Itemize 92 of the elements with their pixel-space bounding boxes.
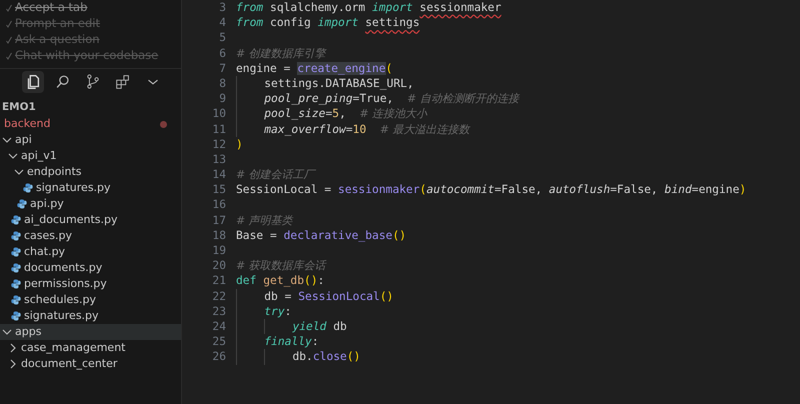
file-row[interactable]: chat.py <box>0 244 181 260</box>
folder-row[interactable]: endpoints <box>0 164 181 180</box>
folder-row[interactable]: api_v1 <box>0 148 181 164</box>
line-number: 18 <box>211 228 226 243</box>
file-row[interactable]: documents.py <box>0 260 181 276</box>
line-number: 9 <box>218 91 226 106</box>
folder-name: apps <box>15 324 42 340</box>
python-file-icon <box>11 263 21 273</box>
line-number: 6 <box>218 46 226 61</box>
code-line: try: <box>264 304 292 319</box>
file-name: signatures.py <box>24 308 99 324</box>
line-number: 3 <box>218 0 226 16</box>
line-number: 4 <box>218 15 226 30</box>
file-row[interactable]: cases.py <box>0 228 181 244</box>
folder-name: endpoints <box>27 164 82 180</box>
code-comment: # 创建会话工厂 <box>236 167 315 182</box>
code-line: pool_size=5, # 连接池大小 <box>264 106 428 122</box>
code-line: max_overflow=10 # 最大溢出连接数 <box>264 122 470 137</box>
python-file-icon <box>11 231 21 241</box>
python-file-icon <box>11 295 21 305</box>
folder-row[interactable]: api <box>0 132 181 148</box>
code-comment: # 创建数据库引擎 <box>236 46 326 61</box>
line-number: 21 <box>211 273 226 289</box>
file-name: ai_documents.py <box>24 212 118 228</box>
line-number: 13 <box>211 152 226 168</box>
line-number: 12 <box>211 136 226 152</box>
file-name: permissions.py <box>24 276 107 292</box>
folder-name: api_v1 <box>21 148 57 164</box>
checklist-item: Chat with your codebase <box>15 47 158 64</box>
line-number: 23 <box>211 304 226 319</box>
line-number: 19 <box>211 243 226 258</box>
python-file-icon <box>11 247 21 257</box>
folder-row[interactable]: backend <box>0 116 181 132</box>
code-line: db.close() <box>292 349 360 364</box>
line-number: 25 <box>211 334 226 350</box>
code-line: SessionLocal = sessionmaker(autocommit=False, autoflush=False, bind=engine) <box>236 182 746 198</box>
checklist-item: Ask a question <box>15 31 100 48</box>
file-name: api.py <box>30 196 64 212</box>
folder-row[interactable]: case_management <box>0 340 181 356</box>
checklist-item: Prompt an edit <box>15 15 100 32</box>
folder-row[interactable]: apps <box>0 324 181 340</box>
folder-name: case_management <box>21 340 126 356</box>
file-name: chat.py <box>24 244 66 260</box>
workspace-title: EMO1 <box>1 100 37 115</box>
folder-row[interactable]: document_center <box>0 356 181 372</box>
line-number: 5 <box>218 30 226 46</box>
code-line: from sqlalchemy.orm import sessionmaker <box>236 0 502 16</box>
line-number: 8 <box>218 76 226 92</box>
code-line: pool_pre_ping=True, # 自动检测断开的连接 <box>264 91 519 106</box>
file-row[interactable]: signatures.py <box>0 308 181 324</box>
python-file-icon <box>11 215 21 225</box>
file-name: documents.py <box>24 260 102 276</box>
code-line: finally: <box>264 334 319 350</box>
folder-name: document_center <box>21 356 118 372</box>
line-number: 11 <box>211 122 226 137</box>
file-row[interactable]: schedules.py <box>0 292 181 308</box>
line-number: 22 <box>211 288 226 304</box>
line-number: 15 <box>211 182 226 198</box>
code-line: yield db <box>292 318 347 334</box>
file-row[interactable]: api.py <box>0 196 181 212</box>
line-number: 14 <box>211 167 226 182</box>
python-file-icon <box>11 311 21 321</box>
line-number: 10 <box>211 106 226 122</box>
code-line: engine = create_engine( <box>236 60 392 76</box>
code-comment: # 获取数据库会话 <box>236 258 326 274</box>
folder-name: api <box>15 132 32 148</box>
checklist-item: Accept a tab <box>15 0 88 16</box>
code-line: db = SessionLocal() <box>264 288 394 304</box>
files-icon[interactable] <box>22 70 44 92</box>
line-number: 20 <box>211 258 226 274</box>
line-number: 26 <box>211 349 226 364</box>
code-line: from config import settings <box>236 15 420 30</box>
python-file-icon <box>11 279 21 289</box>
code-line: Base = declarative_base() <box>236 228 406 243</box>
python-file-icon <box>23 183 33 193</box>
file-row[interactable]: ai_documents.py <box>0 212 181 228</box>
line-number: 16 <box>211 197 226 213</box>
file-name: cases.py <box>24 228 72 244</box>
code-line: settings.DATABASE_URL, <box>264 76 414 92</box>
code-line: def get_db(): <box>236 273 324 289</box>
python-file-icon <box>17 199 27 209</box>
line-number: 17 <box>211 212 226 228</box>
file-name: schedules.py <box>24 292 96 308</box>
file-row[interactable]: signatures.py <box>0 180 181 196</box>
folder-name: backend <box>4 116 50 132</box>
line-number: 7 <box>218 60 226 76</box>
code-comment: # 声明基类 <box>236 212 293 228</box>
line-number: 24 <box>211 318 226 334</box>
file-name: signatures.py <box>36 180 111 196</box>
chevron-down-icon <box>2 327 12 337</box>
code-line: ) <box>236 136 243 152</box>
file-row[interactable]: permissions.py <box>0 276 181 292</box>
